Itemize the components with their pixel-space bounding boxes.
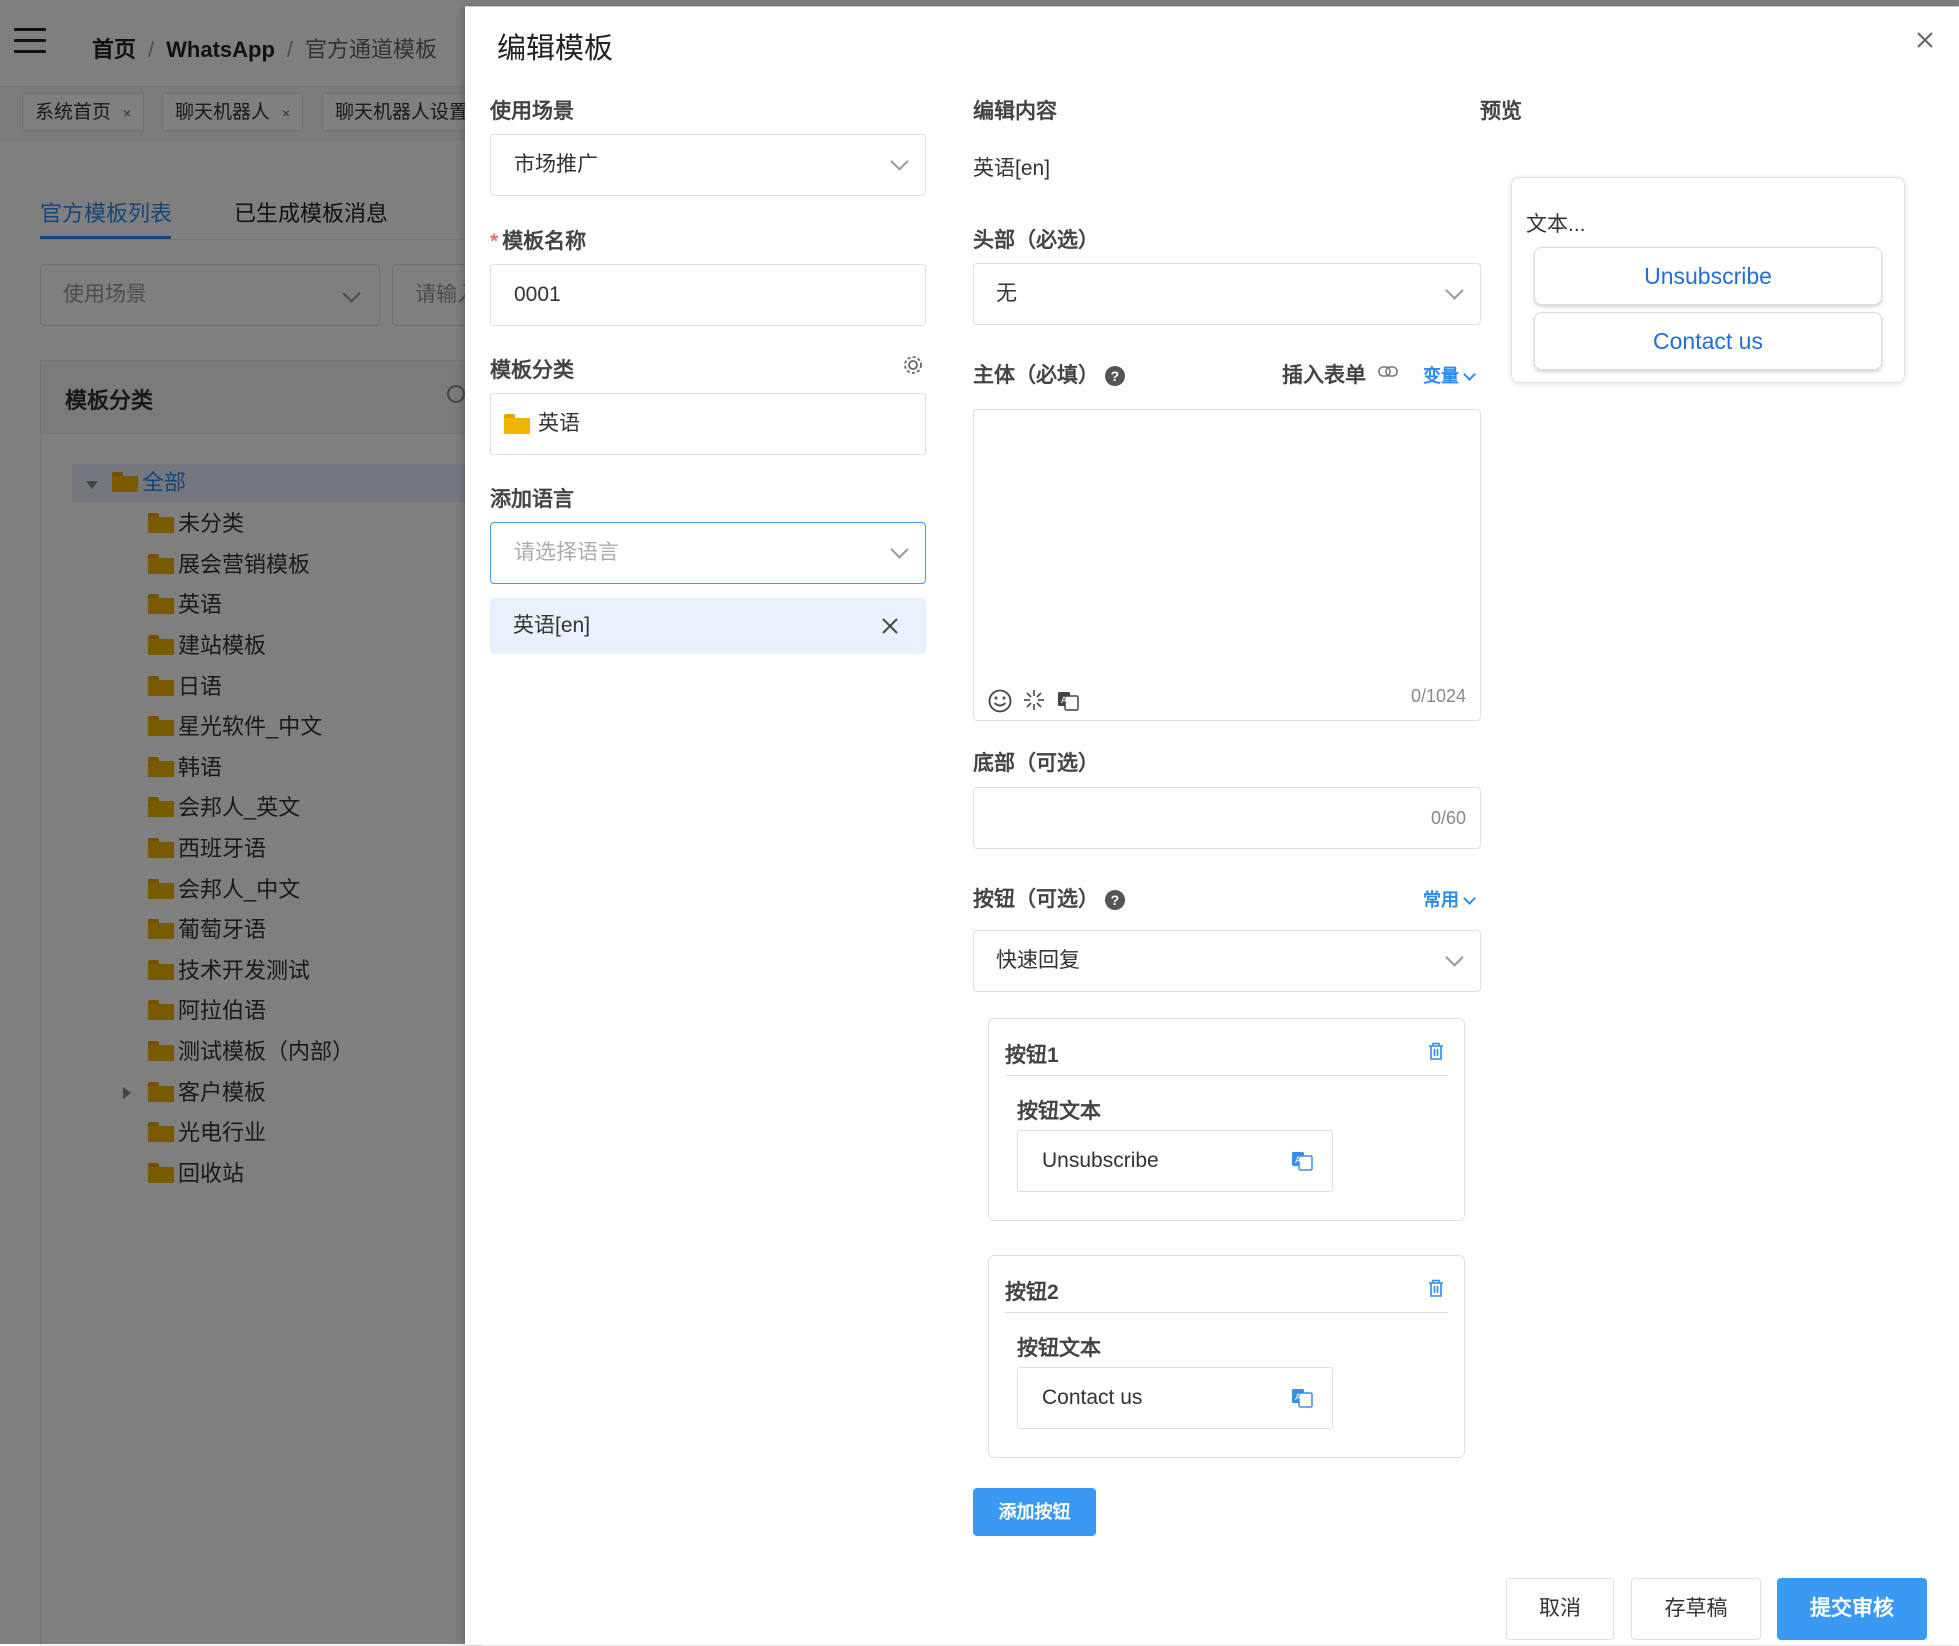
scene-select[interactable]: 市场推广 [490, 134, 926, 196]
translate-icon[interactable]: A [1290, 1149, 1314, 1173]
header-select[interactable]: 无 [973, 263, 1481, 325]
emoji-icon[interactable] [987, 688, 1013, 714]
trash-icon[interactable] [1427, 1278, 1445, 1298]
help-icon[interactable]: ? [1104, 366, 1125, 387]
chevron-down-icon [1445, 948, 1464, 967]
submit-review-button[interactable]: 提交审核 [1777, 1578, 1927, 1640]
header-label: 头部（必选） [973, 229, 1099, 252]
translate-icon[interactable]: A [1056, 689, 1080, 713]
scene-label: 使用场景 [490, 100, 574, 123]
link-icon[interactable] [1377, 362, 1399, 382]
ai-sparkle-icon[interactable] [1022, 688, 1046, 712]
chevron-down-icon [1463, 368, 1476, 381]
svg-text:A: A [1061, 696, 1068, 706]
add-language-label: 添加语言 [490, 488, 574, 511]
button-card-title: 按钮2 [1005, 1281, 1059, 1304]
help-icon[interactable]: ? [1104, 890, 1125, 911]
preview-button-contact: Contact us [1534, 312, 1882, 370]
button-card-2: 按钮2 按钮文本 Contact us A [988, 1255, 1465, 1458]
body-textarea[interactable]: A 0/1024 [973, 409, 1481, 721]
template-name-label: * 模板名称 [490, 230, 587, 253]
save-draft-button[interactable]: 存草稿 [1631, 1578, 1761, 1640]
edit-content-title: 编辑内容 [973, 100, 1057, 123]
language-select[interactable]: 请选择语言 [490, 522, 926, 584]
cancel-button[interactable]: 取消 [1506, 1578, 1614, 1640]
folder-icon [504, 414, 530, 434]
body-char-counter: 0/1024 [1410, 686, 1466, 706]
common-dropdown[interactable]: 常用 [1423, 886, 1476, 912]
button-card-title: 按钮1 [1005, 1044, 1059, 1067]
chevron-down-icon [1463, 892, 1476, 905]
edit-template-drawer: 编辑模板 使用场景 市场推广 * 模板名称 0001 模板分类 英语 添加语言 请… [465, 6, 1959, 1645]
chevron-down-icon [890, 152, 909, 171]
buttons-label: 按钮（可选） ? [973, 883, 1125, 913]
language-chip[interactable]: 英语[en] [490, 598, 926, 654]
add-button-button[interactable]: 添加按钮 [973, 1488, 1096, 1536]
body-label: 主体（必填） ? [973, 359, 1125, 389]
drawer-title: 编辑模板 [497, 33, 614, 65]
button-card-1: 按钮1 按钮文本 Unsubscribe A [988, 1018, 1465, 1221]
template-name-input[interactable]: 0001 [490, 264, 926, 326]
category-select[interactable]: 英语 [490, 393, 926, 455]
footer-input[interactable]: 0/60 [973, 787, 1481, 849]
svg-text:A: A [1295, 1156, 1302, 1166]
preview-title: 预览 [1480, 100, 1522, 123]
close-icon[interactable] [1912, 27, 1938, 53]
footer-label: 底部（可选） [973, 752, 1099, 775]
button-text-input[interactable]: Unsubscribe A [1017, 1130, 1333, 1192]
preview-text: 文本... [1526, 213, 1586, 236]
gear-icon[interactable] [902, 354, 924, 376]
button-text-label: 按钮文本 [1017, 1100, 1101, 1123]
chevron-down-icon [890, 540, 909, 559]
message-preview: 文本... Unsubscribe Contact us [1511, 177, 1905, 383]
button-text-label: 按钮文本 [1017, 1337, 1101, 1360]
remove-language-icon[interactable] [880, 616, 900, 636]
preview-button-unsubscribe: Unsubscribe [1534, 247, 1882, 305]
button-type-select[interactable]: 快速回复 [973, 930, 1481, 992]
svg-text:A: A [1295, 1393, 1302, 1403]
trash-icon[interactable] [1427, 1041, 1445, 1061]
content-language: 英语[en] [973, 157, 1051, 180]
category-label: 模板分类 [490, 359, 574, 382]
variable-dropdown[interactable]: 变量 [1423, 362, 1476, 388]
insert-form-link[interactable]: 插入表单 [1282, 359, 1366, 389]
translate-icon[interactable]: A [1290, 1386, 1314, 1410]
button-text-input[interactable]: Contact us A [1017, 1367, 1333, 1429]
footer-char-counter: 0/60 [1430, 808, 1466, 828]
chevron-down-icon [1445, 281, 1464, 300]
